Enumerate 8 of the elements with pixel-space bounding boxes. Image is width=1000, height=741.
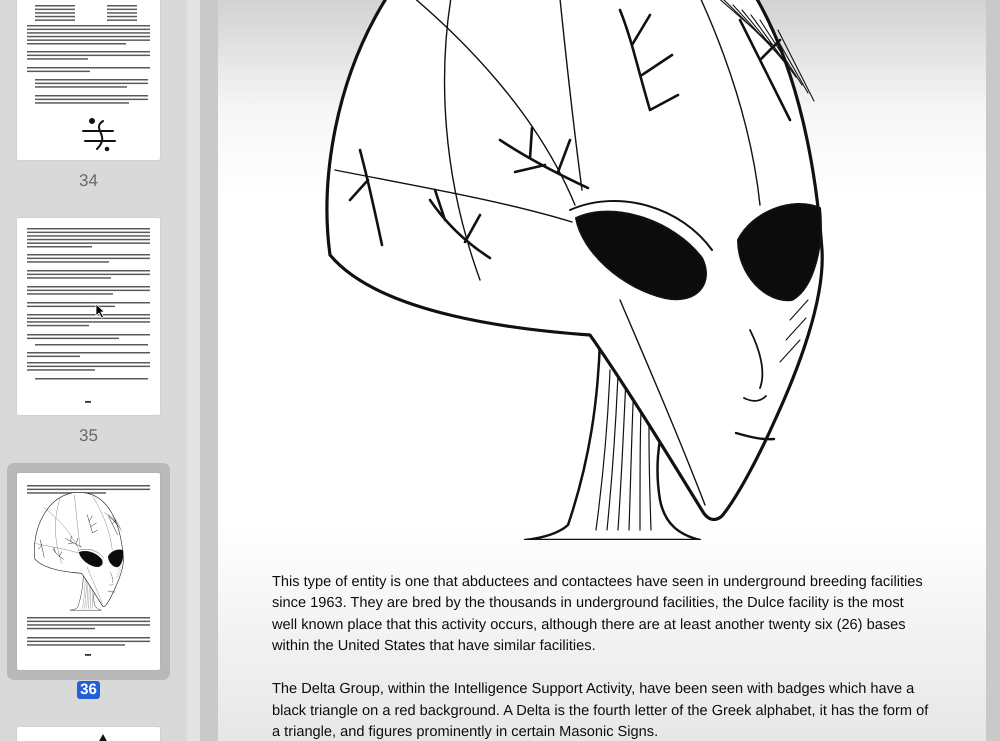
body-paragraph: This type of entity is one that abductees and contactees have seen in underground breeding facilities since 1963. They are bred by the thousands in underground facilities, the Dulce facility is the most well known place that this activity occurs, although there are at least another twenty six (26) bases within the United States that have similar facilities.: [272, 573, 924, 656]
body-paragraph: The Delta Group, within the Intelligence Support Activity, have been seen with badges which have a black triangle on a red background. A Delta is the fourth letter of the Greek alphabet, it has the form of a triangle, and figures prominently in certain Masonic Signs.: [272, 680, 930, 741]
page-thumbnail[interactable]: [17, 218, 160, 415]
page-number-badge: 36: [77, 681, 100, 699]
page-number: 35: [79, 426, 98, 446]
page-number: 34: [79, 171, 98, 191]
page-thumbnail[interactable]: [17, 0, 160, 160]
page-thumbnail[interactable]: [17, 473, 160, 670]
